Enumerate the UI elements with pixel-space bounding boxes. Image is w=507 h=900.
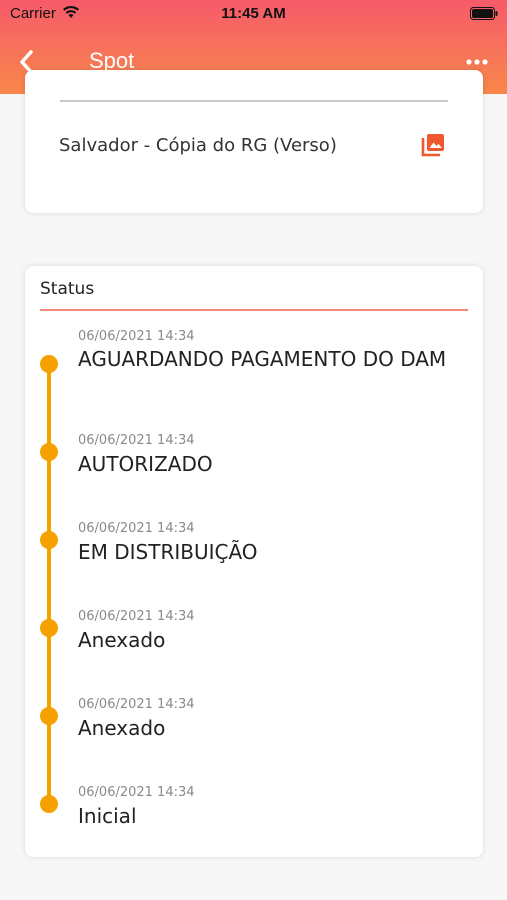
timeline-dot: [40, 531, 58, 549]
timeline-line: [47, 361, 51, 804]
document-label: Salvador - Cópia do RG (Verso): [59, 135, 337, 156]
event-label: Inicial: [78, 804, 137, 828]
status-card: Status 06/06/2021 14:34 AGUARDANDO PAGAM…: [25, 266, 483, 857]
event-label: Anexado: [78, 716, 166, 740]
battery-icon: [470, 7, 498, 20]
document-card: Salvador - Cópia do RG (Verso): [25, 70, 483, 213]
event-label: EM DISTRIBUIÇÃO: [78, 540, 258, 564]
timeline-dot: [40, 795, 58, 813]
photo-library-icon[interactable]: [420, 132, 446, 158]
event-timestamp: 06/06/2021 14:34: [78, 521, 195, 536]
event-label: Anexado: [78, 628, 166, 652]
clock: 11:45 AM: [221, 5, 286, 22]
timeline-dot: [40, 355, 58, 373]
status-divider: [40, 309, 468, 311]
event-timestamp: 06/06/2021 14:34: [78, 329, 195, 344]
divider: [60, 100, 448, 102]
timeline-dot: [40, 443, 58, 461]
event-timestamp: 06/06/2021 14:34: [78, 433, 195, 448]
event-label: AUTORIZADO: [78, 452, 213, 476]
timeline-dot: [40, 707, 58, 725]
status-bar: Carrier 11:45 AM: [0, 0, 507, 28]
status-title: Status: [40, 279, 95, 299]
event-timestamp: 06/06/2021 14:34: [78, 697, 195, 712]
event-timestamp: 06/06/2021 14:34: [78, 785, 195, 800]
timeline-dot: [40, 619, 58, 637]
event-timestamp: 06/06/2021 14:34: [78, 609, 195, 624]
event-label: AGUARDANDO PAGAMENTO DO DAM: [78, 347, 447, 371]
